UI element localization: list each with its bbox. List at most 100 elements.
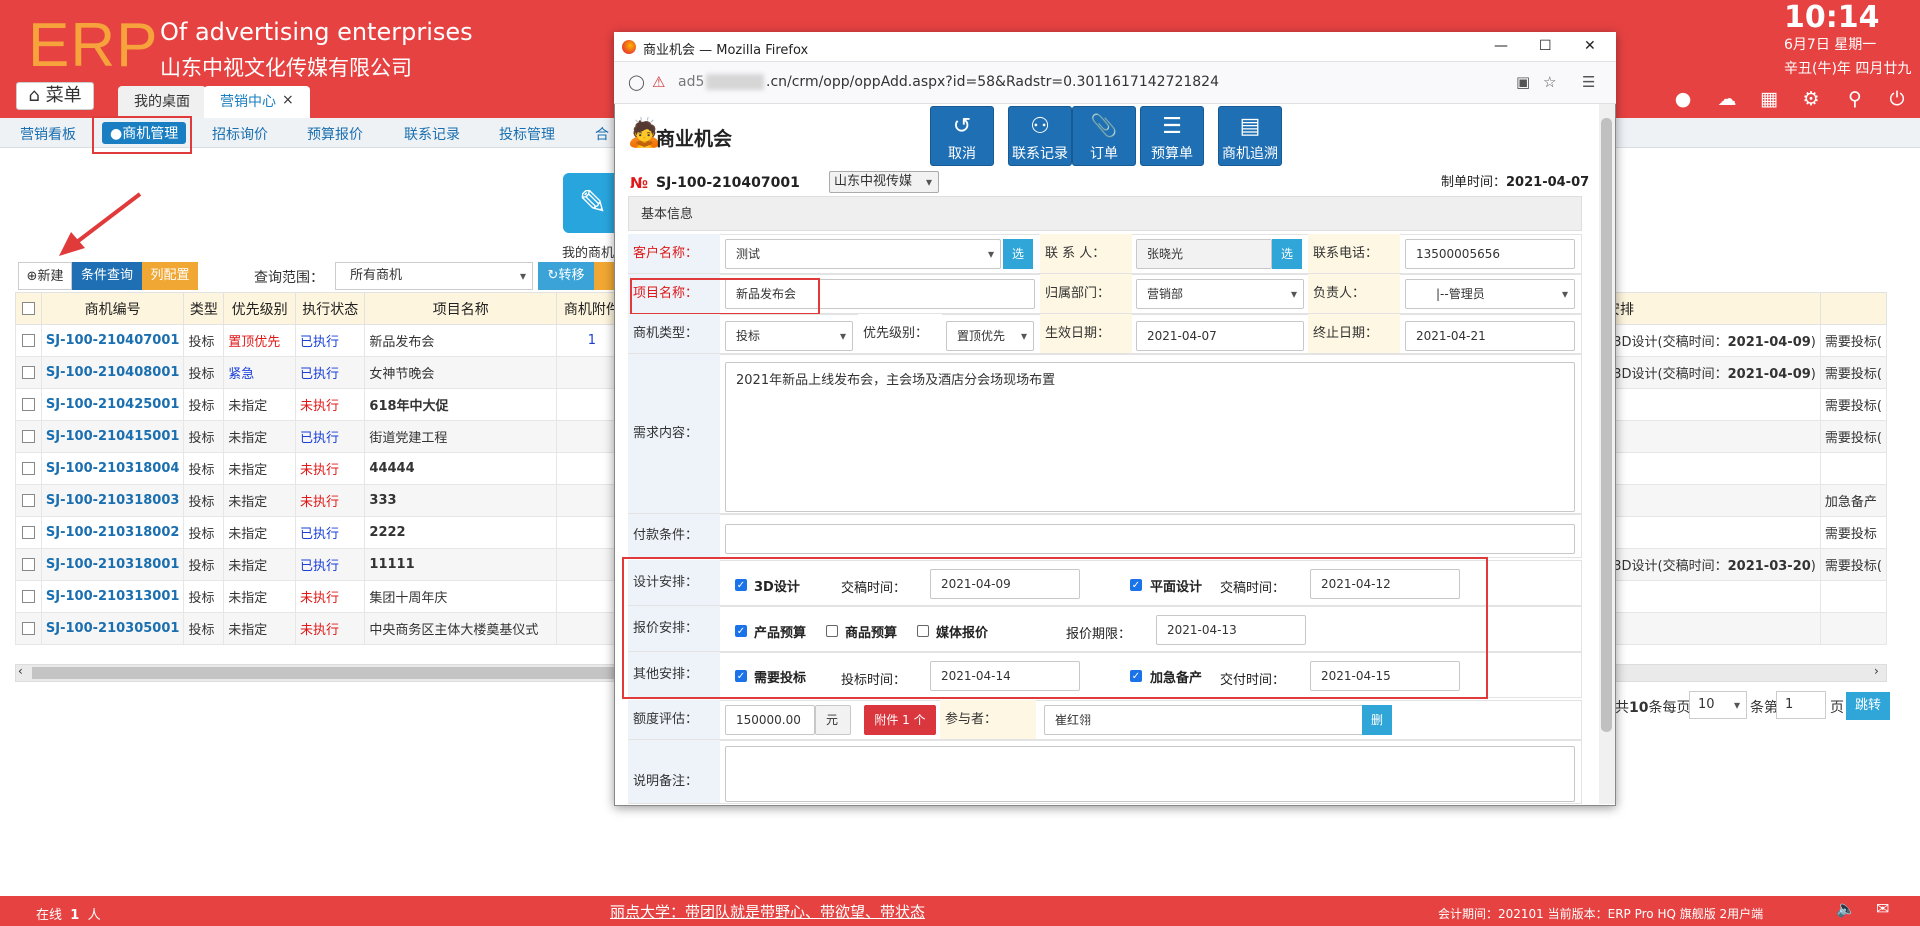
- select-all-header[interactable]: [15, 292, 42, 325]
- qr-code-icon[interactable]: ▣: [1516, 73, 1530, 91]
- page-jump-button[interactable]: 跳转: [1846, 692, 1890, 720]
- cell-arrangement: [1601, 452, 1821, 485]
- company-select[interactable]: 山东中视传媒: [829, 171, 939, 193]
- end-date-input[interactable]: 2021-04-21: [1405, 321, 1575, 351]
- order-button[interactable]: 📎 订单: [1072, 106, 1136, 166]
- select-all-checkbox[interactable]: [21, 302, 35, 315]
- query-scope-select[interactable]: 所有商机: [335, 262, 533, 290]
- phone-input[interactable]: 13500005656: [1405, 239, 1575, 269]
- budget-button[interactable]: ☰ 预算单: [1140, 106, 1204, 166]
- row-checkbox[interactable]: [21, 398, 35, 411]
- vertical-scroll-thumb[interactable]: [1601, 118, 1612, 732]
- subnav-bid-mgmt[interactable]: 投标管理: [499, 124, 555, 144]
- payment-input[interactable]: [725, 524, 1575, 554]
- row-checkbox-cell[interactable]: [15, 516, 42, 549]
- online-users: 在线 1 人: [36, 908, 101, 923]
- tab-my-desktop[interactable]: 我的桌面: [118, 86, 206, 118]
- per-page-select[interactable]: 10: [1689, 691, 1747, 719]
- cell-code: SJ-100-210305001: [40, 612, 185, 645]
- minimize-icon[interactable]: —: [1494, 38, 1508, 54]
- priority-select[interactable]: 置顶优先: [946, 321, 1034, 351]
- subnav-marketing-board[interactable]: 营销看板: [20, 124, 76, 144]
- type-label: 商机类型：: [628, 314, 720, 354]
- subnav-contact-records[interactable]: 联系记录: [404, 124, 460, 144]
- remark-textarea[interactable]: [725, 746, 1575, 802]
- col-priority[interactable]: 优先级别: [223, 292, 296, 325]
- row-checkbox-cell[interactable]: [15, 452, 42, 485]
- row-checkbox[interactable]: [21, 334, 35, 347]
- row-checkbox[interactable]: [21, 526, 35, 539]
- customer-select-button[interactable]: 选: [1003, 239, 1033, 269]
- scroll-right-icon[interactable]: ›: [1874, 664, 1879, 678]
- row-checkbox[interactable]: [21, 590, 35, 603]
- row-checkbox[interactable]: [21, 366, 35, 379]
- cloud-icon[interactable]: ☁: [1716, 88, 1738, 110]
- shield-icon[interactable]: ◯: [628, 73, 645, 91]
- new-button[interactable]: ⊕新建: [18, 262, 72, 290]
- bookmark-star-icon[interactable]: ☆: [1543, 73, 1556, 91]
- owner-select[interactable]: |--管理员: [1405, 279, 1575, 309]
- scroll-left-icon[interactable]: ‹: [18, 664, 23, 678]
- type-select[interactable]: 投标: [725, 321, 853, 351]
- subnav-budget-quote[interactable]: 预算报价: [307, 124, 363, 144]
- dept-select[interactable]: 营销部: [1136, 279, 1304, 309]
- message-icon[interactable]: ✉: [1876, 899, 1889, 918]
- attachment-button[interactable]: 附件 1 个: [864, 705, 936, 735]
- participant-input[interactable]: 崔红翎: [1044, 705, 1364, 735]
- participant-delete-button[interactable]: 删: [1362, 705, 1392, 735]
- window-close-icon[interactable]: ✕: [1584, 38, 1596, 54]
- amount-input[interactable]: 150000.00: [725, 705, 815, 735]
- cell-status: 已执行: [294, 516, 366, 549]
- row-checkbox-cell[interactable]: [15, 420, 42, 453]
- row-checkbox-cell[interactable]: [15, 388, 42, 421]
- contact-select-button[interactable]: 选: [1272, 239, 1302, 269]
- col-status[interactable]: 执行状态: [294, 292, 366, 325]
- row-checkbox[interactable]: [21, 462, 35, 475]
- maximize-icon[interactable]: ☐: [1539, 38, 1552, 54]
- speaker-icon[interactable]: 🔈: [1836, 899, 1856, 918]
- menu-button[interactable]: ⌂ 菜单: [16, 82, 94, 110]
- power-icon[interactable]: ⏻: [1886, 88, 1908, 110]
- url-text[interactable]: .cn/crm/opp/oppAdd.aspx?id=58&Radstr=0.3…: [766, 74, 1219, 90]
- row-checkbox-cell[interactable]: [15, 356, 42, 389]
- key-icon[interactable]: ⚲: [1844, 88, 1866, 110]
- cancel-button[interactable]: ↺ 取消: [930, 106, 994, 166]
- amount-unit: 元: [815, 705, 851, 735]
- page-number-input[interactable]: 1: [1776, 691, 1826, 719]
- cell-priority: 未指定: [223, 612, 296, 645]
- row-checkbox[interactable]: [21, 622, 35, 635]
- row-checkbox-cell[interactable]: [15, 548, 42, 581]
- tab-marketing-center[interactable]: 营销中心: [204, 86, 310, 118]
- trace-button[interactable]: ▤ 商机追溯: [1218, 106, 1282, 166]
- col-arrangement[interactable]: 安排: [1601, 292, 1821, 325]
- hamburger-menu-icon[interactable]: ☰: [1582, 73, 1595, 91]
- need-textarea[interactable]: 2021年新品上线发布会，主会场及酒店分会场现场布置: [725, 362, 1575, 512]
- subnav-bid-inquiry[interactable]: 招标询价: [212, 124, 268, 144]
- row-checkbox-cell[interactable]: [15, 484, 42, 517]
- gear-icon[interactable]: ⚙: [1800, 88, 1822, 110]
- condition-query-button[interactable]: 条件查询: [72, 262, 142, 290]
- start-date-input[interactable]: 2021-04-07: [1136, 321, 1304, 351]
- col-type[interactable]: 类型: [183, 292, 225, 325]
- contact-records-button[interactable]: ⚇ 联系记录: [1008, 106, 1072, 166]
- cell-name: 333: [364, 484, 558, 517]
- grid-icon[interactable]: ▦: [1758, 88, 1780, 110]
- close-icon[interactable]: ×: [282, 92, 294, 108]
- row-checkbox-cell[interactable]: [15, 580, 42, 613]
- subnav-contract[interactable]: 合: [595, 124, 609, 144]
- customer-input[interactable]: 测试: [725, 239, 1001, 269]
- row-checkbox-cell[interactable]: [15, 324, 42, 357]
- contact-input[interactable]: 张晓光: [1136, 239, 1272, 269]
- row-checkbox[interactable]: [21, 494, 35, 507]
- transfer-button[interactable]: ↻转移: [538, 262, 594, 290]
- footer-motto[interactable]: 丽点大学：带团队就是带野心、带欲望、带状态: [610, 901, 925, 922]
- user-icon[interactable]: ●: [1672, 88, 1694, 110]
- row-checkbox[interactable]: [21, 430, 35, 443]
- col-name[interactable]: 项目名称: [364, 292, 558, 325]
- col-code[interactable]: 商机编号: [40, 292, 185, 325]
- row-checkbox[interactable]: [21, 558, 35, 571]
- row-checkbox-cell[interactable]: [15, 612, 42, 645]
- more-button[interactable]: [594, 262, 614, 290]
- column-config-button[interactable]: 列配置: [142, 262, 198, 290]
- insecure-lock-icon[interactable]: ⚠: [652, 73, 665, 91]
